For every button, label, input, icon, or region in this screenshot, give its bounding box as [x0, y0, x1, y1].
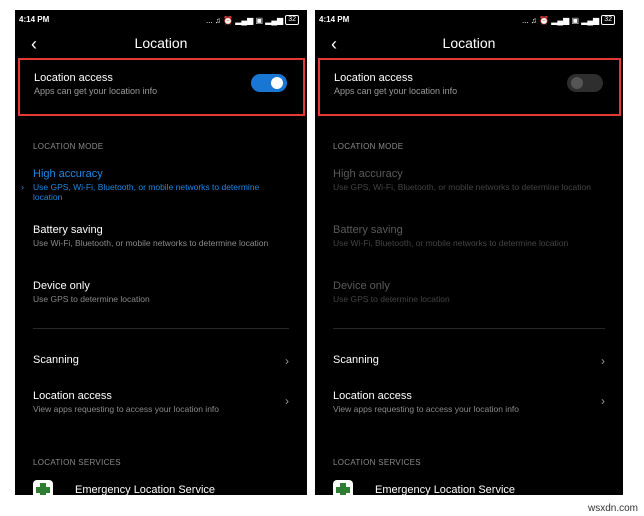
battery-icon: 32	[285, 15, 299, 25]
mode-device-only: Device only Use GPS to determine locatio…	[333, 280, 605, 304]
scanning-row[interactable]: Scanning ›	[33, 354, 289, 368]
mode-title: Battery saving	[333, 224, 403, 236]
mode-battery-saving[interactable]: Battery saving Use Wi-Fi, Bluetooth, or …	[33, 224, 289, 248]
status-bar: 4:14 PM ... ♫ ⏰ ▂▄▆ ▣ ▂▄▆ 32	[315, 14, 623, 28]
phone-screenshot-location-on: 4:14 PM ... ♫ ⏰ ▂▄▆ ▣ ▂▄▆ 32 ‹ Location …	[15, 10, 307, 495]
mode-subtitle: Use GPS, Wi-Fi, Bluetooth, or mobile net…	[33, 182, 260, 202]
mode-battery-saving: Battery saving Use Wi-Fi, Bluetooth, or …	[333, 224, 605, 248]
chevron-right-icon: ›	[601, 354, 605, 368]
location-access-apps-row[interactable]: Location access View apps requesting to …	[333, 390, 605, 414]
status-icons: ... ♫ ⏰ ▂▄▆ ▣ ▂▄▆ 32	[206, 15, 299, 25]
emergency-service-icon	[33, 480, 53, 495]
location-access-row[interactable]: Location access Apps can get your locati…	[18, 58, 305, 116]
chevron-right-icon: ›	[285, 394, 289, 408]
location-access-toggle[interactable]	[567, 74, 603, 92]
battery-icon: 32	[601, 15, 615, 25]
mode-title: Device only	[333, 280, 390, 292]
mode-title: Device only	[33, 280, 90, 292]
status-time: 4:14 PM	[19, 15, 50, 24]
mode-device-only[interactable]: Device only Use GPS to determine locatio…	[33, 280, 289, 304]
toggle-knob	[571, 77, 583, 89]
mode-subtitle: Use GPS to determine location	[33, 294, 150, 304]
location-access-title: Location access	[334, 72, 413, 84]
scanning-title: Scanning	[333, 354, 379, 366]
app-bar: ‹ Location	[315, 34, 623, 54]
emergency-location-service-row[interactable]: Emergency Location Service	[333, 480, 515, 495]
location-services-label: LOCATION SERVICES	[333, 458, 421, 467]
app-bar: ‹ Location	[15, 34, 307, 54]
emergency-service-label: Emergency Location Service	[75, 484, 216, 495]
mode-title: High accuracy	[33, 168, 103, 180]
status-time: 4:14 PM	[319, 15, 350, 24]
mode-subtitle: Use GPS, Wi-Fi, Bluetooth, or mobile net…	[333, 182, 591, 192]
emergency-service-icon	[333, 480, 353, 495]
location-mode-label: LOCATION MODE	[33, 142, 104, 151]
scanning-row[interactable]: Scanning ›	[333, 354, 605, 368]
watermark: wsxdn.com	[587, 503, 638, 514]
divider	[33, 328, 289, 329]
location-access-apps-row[interactable]: Location access View apps requesting to …	[33, 390, 289, 414]
mode-subtitle: Use Wi-Fi, Bluetooth, or mobile networks…	[33, 238, 269, 248]
page-title: Location	[442, 35, 496, 51]
apps-access-title: Location access	[33, 390, 112, 402]
phone-screenshot-location-off: 4:14 PM ... ♫ ⏰ ▂▄▆ ▣ ▂▄▆ 32 ‹ Location …	[315, 10, 623, 495]
status-bar: 4:14 PM ... ♫ ⏰ ▂▄▆ ▣ ▂▄▆ 32	[15, 14, 307, 28]
location-access-row[interactable]: Location access Apps can get your locati…	[318, 58, 621, 116]
status-icons-glyphs: ... ♫ ⏰ ▂▄▆ ▣ ▂▄▆	[205, 15, 284, 25]
location-services-label: LOCATION SERVICES	[33, 458, 121, 467]
emergency-location-service-row[interactable]: Emergency Location Service	[33, 480, 215, 495]
location-mode-label: LOCATION MODE	[333, 142, 404, 151]
scanning-title: Scanning	[33, 354, 79, 366]
page-title: Location	[134, 35, 188, 51]
mode-high-accuracy[interactable]: › High accuracy Use GPS, Wi-Fi, Bluetoot…	[21, 168, 289, 202]
divider	[333, 328, 605, 329]
chevron-right-icon: ›	[601, 394, 605, 408]
status-icons: ... ♫ ⏰ ▂▄▆ ▣ ▂▄▆ 32	[522, 15, 615, 25]
location-access-title: Location access	[34, 72, 113, 84]
location-access-toggle[interactable]	[251, 74, 287, 92]
mode-title: High accuracy	[333, 168, 403, 180]
mode-subtitle: Use GPS to determine location	[333, 294, 450, 304]
apps-access-subtitle: View apps requesting to access your loca…	[33, 404, 220, 414]
mode-high-accuracy: High accuracy Use GPS, Wi-Fi, Bluetooth,…	[333, 168, 605, 192]
apps-access-title: Location access	[333, 390, 412, 402]
emergency-service-label: Emergency Location Service	[375, 484, 516, 495]
selected-indicator-icon: ›	[21, 182, 24, 192]
location-access-subtitle: Apps can get your location info	[34, 86, 158, 96]
chevron-right-icon: ›	[285, 354, 289, 368]
toggle-knob	[271, 77, 283, 89]
mode-title: Battery saving	[33, 224, 103, 236]
location-access-subtitle: Apps can get your location info	[334, 86, 458, 96]
apps-access-subtitle: View apps requesting to access your loca…	[333, 404, 520, 414]
mode-subtitle: Use Wi-Fi, Bluetooth, or mobile networks…	[333, 238, 569, 248]
status-icons-glyphs: ... ♫ ⏰ ▂▄▆ ▣ ▂▄▆	[521, 15, 600, 25]
